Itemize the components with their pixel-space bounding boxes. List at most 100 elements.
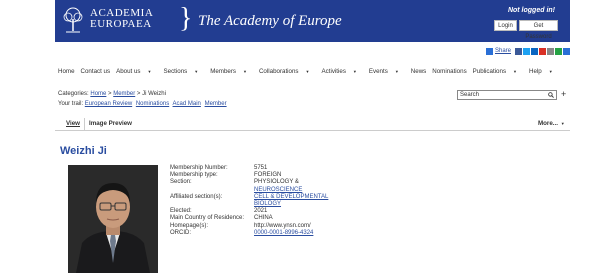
chevron-down-icon: ▼ [352,68,357,74]
tabs-divider [55,130,570,131]
site-header: ACADEMIA EUROPAEA } The Academy of Europ… [55,0,570,42]
facebook-icon[interactable] [515,47,522,55]
brace-divider: } [179,3,193,34]
pinterest-icon[interactable] [539,47,546,55]
nav-help[interactable]: Help ▼ [529,68,559,75]
logo-line2: EUROPAEA [90,18,152,30]
homepage-link[interactable]: http://www.ynsn.com/ [254,223,364,230]
nav-about-us[interactable]: About us ▼ [116,68,157,75]
detail-label: Elected: [170,208,192,215]
trail-link[interactable]: European Review [85,101,132,107]
twitter-icon[interactable] [523,47,530,55]
detail-label: Membership Number: [170,165,228,171]
detail-row: Membership type: FOREIGN [170,172,364,179]
search-placeholder: Search [460,92,480,98]
main-nav: Home Contact us About us ▼ Sections ▼ Memb… [58,68,565,75]
search-input[interactable]: Search [457,90,557,100]
nav-publications[interactable]: Publications ▼ [473,68,523,75]
nav-sections[interactable]: Sections ▼ [164,68,205,75]
page-title: Weizhi Ji [60,145,107,157]
login-status: Not logged in! [507,7,555,14]
get-password-button[interactable]: Get Password [519,20,558,40]
nav-news[interactable]: News [411,68,426,75]
wechat-icon[interactable] [555,47,562,55]
member-photo [68,165,158,273]
detail-row: Section: PHYSIOLOGY & NEUROSCIENCE [170,179,364,193]
nav-activities-label: Activities [321,68,346,75]
tab-image-preview[interactable]: Image Preview [89,120,132,127]
logo-text[interactable]: ACADEMIA EUROPAEA [90,8,153,30]
nav-home[interactable]: Home [58,68,75,75]
nav-about-us-label: About us [116,68,141,75]
linkedin-icon[interactable] [531,47,538,55]
email-icon[interactable] [547,47,554,55]
trail-link[interactable]: Member [205,101,227,107]
more-menu[interactable]: More... ▼ [538,120,565,127]
tree-logo-icon[interactable] [61,7,85,35]
breadcrumb-prefix: Categories: [58,91,89,97]
tab-divider [84,118,85,130]
detail-label: Membership type: [170,172,218,179]
orcid-link[interactable]: 0000-0001-8996-4324 [254,230,364,237]
section-link[interactable]: NEUROSCIENCE [254,187,364,194]
share-plus-icon[interactable] [485,47,493,55]
breadcrumb: Categories: Home > Member > Ji Weizhi [58,91,166,97]
chevron-down-icon: ▼ [194,68,199,74]
detail-label: Section: [170,179,192,186]
detail-value: 2021 [254,208,268,215]
share-link[interactable]: Share [495,48,511,54]
chevron-down-icon: ▼ [513,68,518,74]
member-details: Membership Number: 5751 Membership type:… [170,165,364,237]
detail-value: 5751 [254,165,268,171]
nav-members[interactable]: Members ▼ [210,68,253,75]
detail-label: Affiliated section(s): [170,193,223,200]
chevron-down-icon: ▼ [243,68,247,74]
nav-nominations[interactable]: Nominations [432,68,466,75]
chevron-down-icon: ▼ [305,68,310,74]
detail-value: PHYSIOLOGY & [254,179,299,186]
detail-value: CHINA [254,215,273,222]
more-share-icon[interactable] [563,47,570,55]
affiliated-section-link[interactable]: BIOLOGY [254,201,364,208]
breadcrumb-home[interactable]: Home [90,91,106,97]
share-bar: Share [485,47,570,55]
nav-events-label: Events [368,68,388,75]
trail: Your trail: European Review Nominations … [58,101,229,107]
nav-publications-label: Publications [472,68,507,75]
affiliated-section-link[interactable]: CELL & DEVELOPMENTAL [254,194,364,201]
chevron-down-icon: ▼ [147,68,152,74]
detail-row: Membership Number: 5751 [170,165,364,172]
chevron-down-icon: ▼ [560,120,565,126]
detail-row: Elected: 2021 [170,208,364,215]
trail-prefix: Your trail: [58,101,84,107]
detail-label: Homepage(s): [170,222,209,229]
tab-view[interactable]: View [66,120,80,127]
detail-row: Homepage(s): http://www.ynsn.com/ [170,223,364,230]
detail-row: Main Country of Residence: CHINA [170,215,364,222]
detail-label: Main Country of Residence: [170,215,245,222]
login-button[interactable]: Login [494,20,517,31]
detail-row: Affiliated section(s): CELL & DEVELOPMEN… [170,194,364,208]
detail-value: FOREIGN [254,172,282,179]
detail-row: ORCID: 0000-0001-8996-4324 [170,230,364,237]
more-label: More... [538,120,558,127]
trail-link[interactable]: Acad Main [173,101,201,107]
trail-link[interactable]: Nominations [136,101,169,107]
breadcrumb-current: Ji Weizhi [142,91,166,97]
breadcrumb-member[interactable]: Member [113,91,135,97]
detail-value-group: CELL & DEVELOPMENTAL BIOLOGY [254,194,364,208]
site-tagline: The Academy of Europe [198,13,342,29]
nav-sections-label: Sections [163,68,188,75]
nav-events[interactable]: Events ▼ [369,68,405,75]
add-icon[interactable]: + [561,89,566,99]
search-icon[interactable] [548,92,554,98]
nav-help-label: Help [529,68,542,75]
nav-activities[interactable]: Activities ▼ [322,68,363,75]
chevron-down-icon: ▼ [548,68,553,74]
nav-contact-us[interactable]: Contact us [81,68,111,75]
chevron-down-icon: ▼ [394,68,399,74]
nav-collaborations[interactable]: Collaborations ▼ [259,68,316,75]
nav-collaborations-label: Collaborations [258,68,299,75]
detail-value-group: PHYSIOLOGY & NEUROSCIENCE [254,179,364,193]
nav-members-label: Members [210,68,236,75]
